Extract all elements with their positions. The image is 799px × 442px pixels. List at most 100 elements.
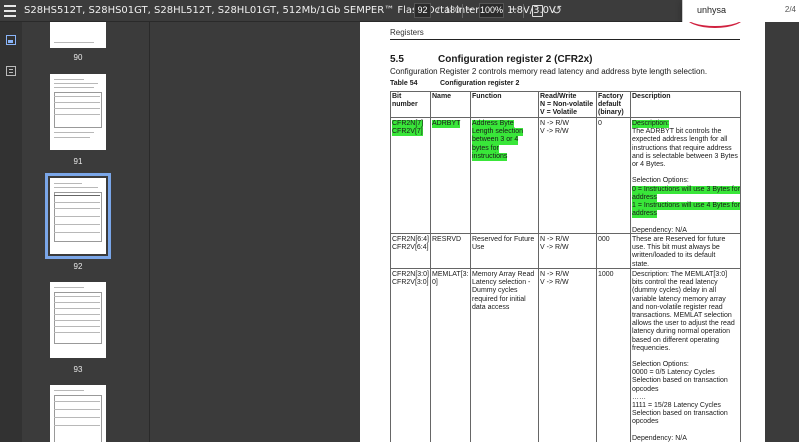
toolbar-divider (523, 4, 524, 18)
cell-line: CFR2N[3:0] (392, 271, 429, 278)
cell-line (632, 427, 735, 435)
cell-line: address (632, 210, 657, 219)
cell-line: use. This bit must always be (632, 244, 720, 252)
header-rule (390, 39, 740, 40)
page-thumbnail[interactable] (50, 22, 106, 48)
cell-line: 0 = Instructions will use 3 Bytes for (632, 185, 740, 194)
column-header: Name (432, 93, 451, 101)
cell-line: Description: (632, 120, 669, 129)
name-cell: MEMLAT[3: 0] (432, 271, 468, 287)
thumbnails-icon[interactable] (6, 35, 16, 45)
cell-line: MEMLAT[3: (432, 271, 469, 278)
page-header: Registers (390, 28, 424, 37)
cell-line: state. (632, 260, 650, 268)
page-thumbnail[interactable] (50, 282, 106, 358)
column-header-line: N = Non-volatile (540, 101, 594, 109)
table-number: Table 54 (390, 80, 418, 87)
cell-line: Selection based on transaction (632, 377, 728, 385)
cell-line: required for initial (472, 295, 526, 303)
column-header-line: default (598, 101, 621, 109)
page-total: 180 (445, 5, 461, 15)
cell-line: V -> R/W (540, 279, 569, 287)
section-description: Configuration Register 2 controls memory… (390, 67, 708, 76)
cell-line: 000 (598, 236, 610, 243)
zoom-out-button[interactable]: – (466, 3, 472, 15)
table-title: Configuration register 2 (440, 80, 520, 87)
column-header-line: Name (432, 93, 452, 100)
name-cell: RESRVD (432, 236, 461, 244)
rotate-icon[interactable]: ↺ (552, 3, 562, 17)
cell-line: instructions (472, 152, 508, 162)
cell-line: ADRBYT (432, 120, 461, 129)
cell-line: 1000 (598, 271, 614, 278)
table-rule (470, 91, 471, 442)
search-input[interactable]: unhysa (697, 5, 726, 15)
column-header: Description (632, 93, 671, 101)
cell-line: V -> R/W (540, 244, 569, 252)
cell-line: 1111 = 15/28 Latency Cycles (632, 402, 721, 409)
section-title: Configuration register 2 (CFR2x) (438, 54, 593, 65)
cell-line: opcodes (632, 385, 659, 393)
cell-line: Length selection (472, 128, 523, 137)
cell-line: and is selectable between 3 Bytes (632, 152, 738, 160)
cell-line: 0] (432, 279, 438, 287)
toolbar: S28HS512T, S28HS01GT, S28HL512T, S28HL01… (0, 0, 799, 22)
cell-line: CFR2N[6:4] (392, 236, 429, 243)
zoom-input[interactable]: 100% (479, 3, 504, 18)
cell-line (632, 169, 740, 177)
section-number: 5.5 (390, 54, 404, 65)
cell-line: and non-volatile register read (632, 303, 723, 311)
thumbnail-panel: 90 91 92 93 (22, 22, 150, 442)
cell-line: Dependency: N/A (632, 434, 687, 442)
cell-line (632, 353, 735, 361)
page-thumbnail[interactable] (50, 74, 106, 150)
zoom-in-button[interactable]: + (510, 2, 517, 16)
cell-line: Reserved for Future (472, 236, 535, 243)
page-thumbnail-selected[interactable] (45, 173, 111, 259)
cell-line: Use (472, 244, 485, 252)
column-header-line: Bit (392, 93, 402, 100)
cell-line: frequencies. (632, 344, 671, 352)
cell-line: Selection Options: (632, 177, 689, 185)
sidebar-rail (0, 22, 22, 442)
logo-arc (685, 22, 745, 28)
cell-line: CFR2V[6:4] (392, 244, 429, 252)
cell-line: 0000 = 0/5 Latency Cycles (632, 369, 715, 377)
table-rule (596, 91, 597, 442)
cell-line: variable latency memory array (632, 295, 726, 303)
table-rule (740, 91, 741, 442)
column-header-line: Description (632, 93, 671, 100)
document-viewer[interactable]: Registers 5.5 Configuration register 2 (… (150, 22, 799, 442)
column-header-line: Read/Write (540, 93, 577, 100)
toolbar-divider (462, 4, 463, 18)
column-header: Bit number (392, 93, 418, 109)
page-thumbnail[interactable] (50, 385, 106, 442)
cell-line: or 4 Bytes. (632, 160, 666, 168)
cell-line: transactions. MEMLAT selection (632, 311, 732, 319)
cell-line: These are Reserved for future (632, 236, 726, 243)
cell-line: Address Byte (472, 120, 514, 129)
cell-line (632, 218, 740, 226)
search-result-count: 2/4 (784, 5, 796, 14)
cell-line: N -> R/W (540, 271, 569, 278)
fit-to-page-icon[interactable] (532, 5, 543, 17)
cell-line: 0 (598, 120, 602, 127)
document-outline-icon[interactable] (6, 66, 16, 76)
bit-cell: CFR2N[7] CFR2V[7] (392, 120, 424, 137)
cell-line: CFR2V[3:0] (392, 279, 429, 287)
cell-line: latency during normal operation (632, 328, 731, 336)
menu-icon[interactable] (4, 5, 16, 17)
function-cell: Reserved for Future Use (472, 236, 534, 252)
cell-line: CFR2V[7] (392, 128, 423, 137)
bit-cell: CFR2N[6:4] CFR2V[6:4] (392, 236, 429, 252)
cell-line: The ADRBYT bit controls the (632, 128, 722, 136)
cell-line: N -> R/W (540, 120, 569, 127)
table-rule (538, 91, 539, 442)
default-cell: 1000 (598, 271, 614, 279)
page-number-input[interactable]: 92 (414, 3, 431, 18)
cell-line: opcodes (632, 418, 659, 426)
function-cell: Address Byte Length selection between 3 or… (472, 120, 523, 162)
function-cell: Memory Array Read Latency selection - Dumm… (472, 271, 534, 312)
cell-line: Dependency: N/A (632, 226, 687, 234)
cell-line: based on different operating (632, 336, 720, 344)
